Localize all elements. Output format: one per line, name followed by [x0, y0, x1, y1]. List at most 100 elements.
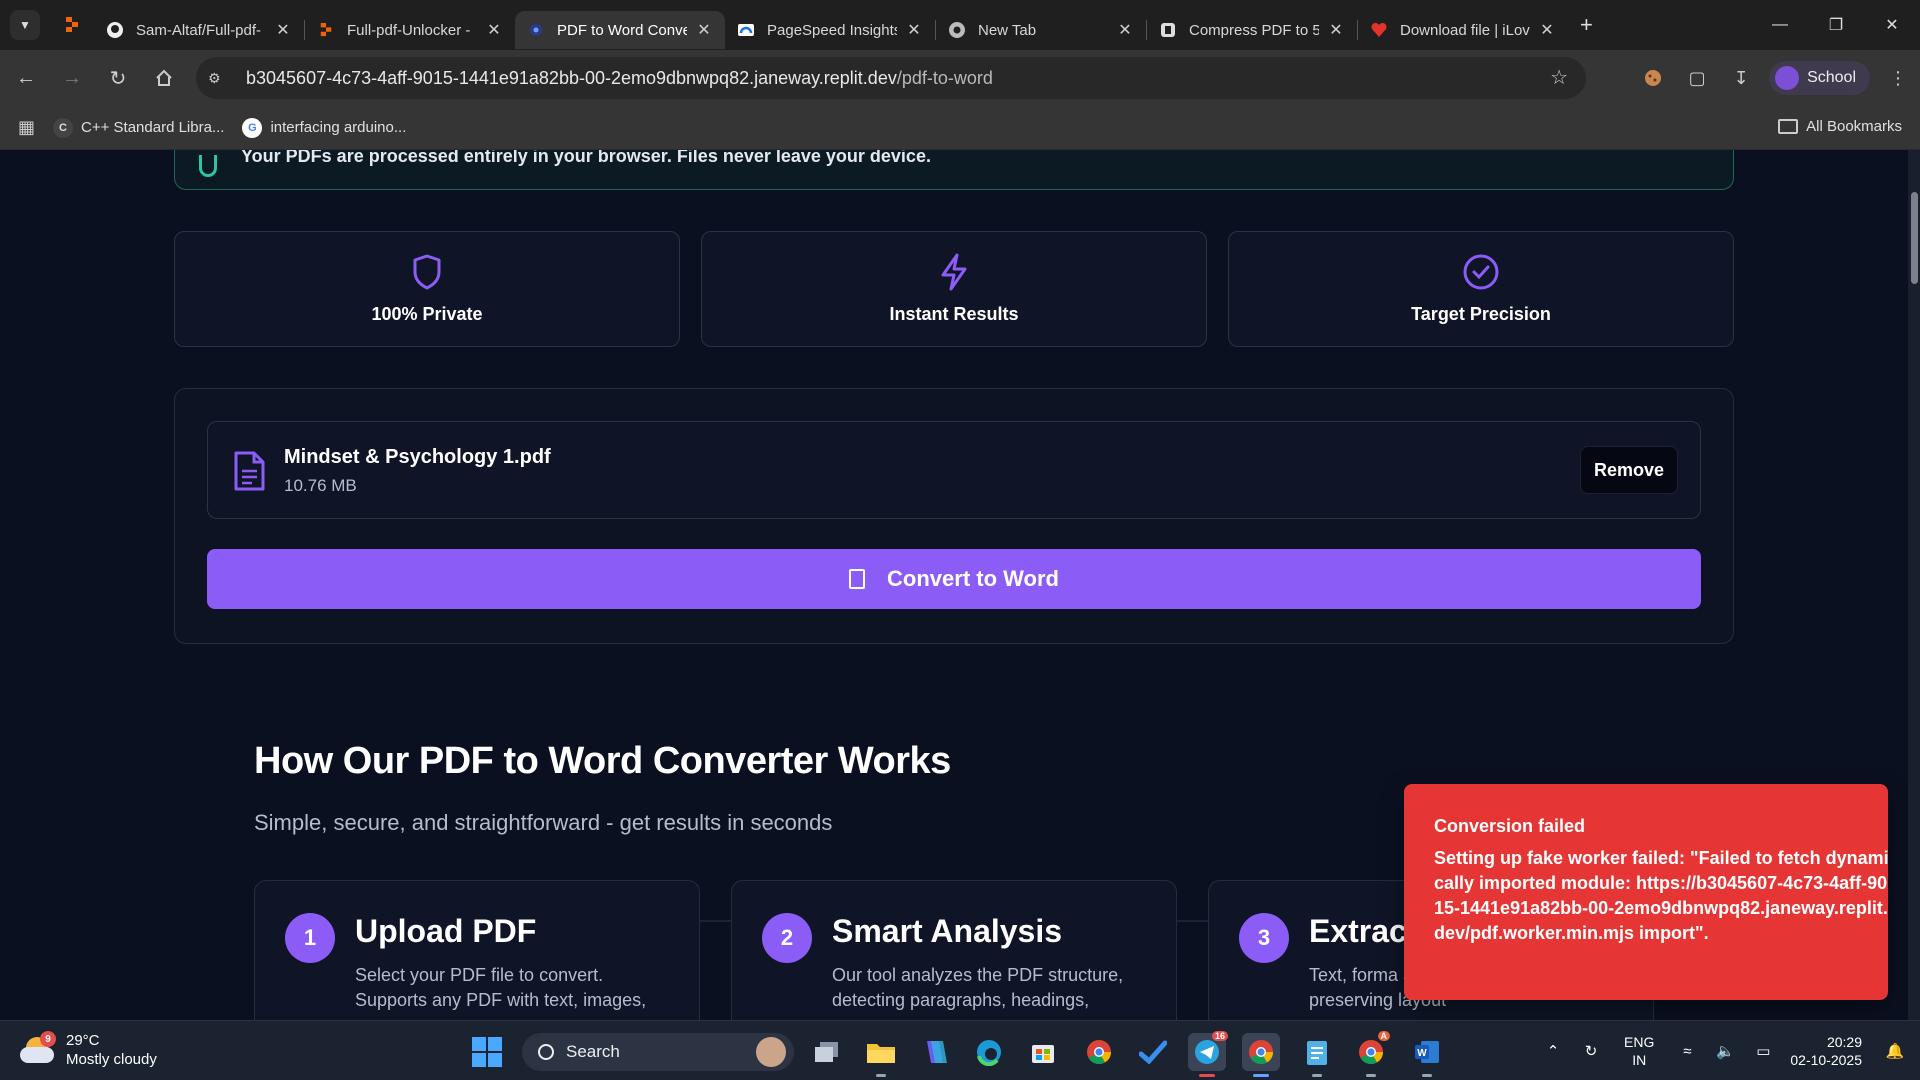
selected-file: Mindset & Psychology 1.pdf 10.76 MB Remo…: [207, 421, 1701, 519]
convert-to-word-button[interactable]: Convert to Word: [207, 549, 1701, 609]
bookmark-arduino[interactable]: Ginterfacing arduino...: [242, 117, 407, 138]
tab-title: PageSpeed Insights: [767, 21, 897, 39]
chrome-icon: [948, 21, 966, 39]
close-icon[interactable]: ✕: [905, 20, 923, 40]
microsoft-store-icon[interactable]: [1024, 1033, 1062, 1071]
tab-ilovepdf[interactable]: Download file | iLov ✕: [1358, 11, 1568, 49]
step-number: 1: [285, 913, 335, 963]
back-icon[interactable]: ←: [6, 58, 46, 98]
windows-start-icon[interactable]: [472, 1037, 502, 1067]
replit-dev-icon: [527, 21, 545, 39]
toast-title: Conversion failed: [1434, 816, 1586, 836]
page-scrollbar[interactable]: [1908, 150, 1920, 1020]
bookmark-cpp[interactable]: C C++ Standard Libra...: [53, 117, 224, 138]
close-icon[interactable]: ✕: [695, 20, 713, 40]
clock[interactable]: 20:29 02-10-2025: [1790, 1033, 1862, 1069]
weather-badge: 9: [40, 1031, 56, 1047]
cookie-extension-icon[interactable]: [1631, 58, 1675, 98]
svg-text:W: W: [1417, 1048, 1427, 1059]
system-tray: ⌃ ↻ ENG IN ≈ 🔈 ▭ 20:29 02-10-2025 🔔: [1534, 1021, 1920, 1080]
step-description: Our tool analyzes the PDF structure, det…: [832, 965, 1124, 1010]
close-icon[interactable]: ✕: [1116, 20, 1134, 40]
compress-icon: [1159, 21, 1177, 39]
close-icon[interactable]: ✕: [1538, 20, 1556, 40]
bookmark-label: interfacing arduino...: [270, 119, 407, 136]
minimize-icon[interactable]: —: [1752, 0, 1808, 50]
search-label: Search: [566, 1042, 620, 1061]
lang-code: ENG: [1624, 1034, 1655, 1050]
chrome-badge: A: [1377, 1031, 1390, 1041]
file-size: 10.76 MB: [284, 476, 357, 495]
step-title: Upload PDF: [355, 913, 537, 949]
word-icon[interactable]: W: [1408, 1033, 1446, 1077]
tab-full-pdf-unlocker[interactable]: Full-pdf-Unlocker - ✕: [305, 11, 515, 49]
language-indicator[interactable]: ENG IN: [1624, 1033, 1654, 1069]
tab-strip: ▼ Sam-Altaf/Full-pdf- ✕ Full-pdf-Unlocke…: [0, 0, 1920, 50]
menu-kebab-icon[interactable]: ⋮: [1876, 58, 1920, 98]
document-icon: [849, 569, 866, 589]
apps-grid-icon[interactable]: ▦: [18, 117, 35, 138]
step-number: 3: [1239, 913, 1289, 963]
notepad-icon[interactable]: [1298, 1033, 1336, 1077]
home-icon[interactable]: [144, 58, 184, 98]
downloads-icon[interactable]: ↧: [1719, 58, 1763, 98]
battery-icon[interactable]: ▭: [1748, 1042, 1778, 1060]
edge-icon[interactable]: [970, 1033, 1008, 1071]
close-icon[interactable]: ✕: [274, 20, 292, 40]
tab-search-button[interactable]: ▼: [10, 10, 40, 40]
section-subtitle: Simple, secure, and straightforward - ge…: [254, 810, 833, 835]
bookmark-star-icon[interactable]: ☆: [1550, 65, 1568, 90]
scrollbar-thumb[interactable]: [1911, 192, 1918, 284]
restore-icon[interactable]: ❐: [1808, 0, 1864, 50]
volume-icon[interactable]: 🔈: [1710, 1042, 1740, 1060]
tab-github[interactable]: Sam-Altaf/Full-pdf- ✕: [94, 11, 304, 49]
avatar: [1775, 66, 1800, 90]
error-toast[interactable]: Conversion failed Setting up fake worker…: [1404, 784, 1888, 1000]
url-text: b3045607-4c73-4aff-9015-1441e91a82bb-00-…: [246, 68, 993, 89]
taskbar-search[interactable]: Search: [522, 1033, 794, 1071]
file-explorer-icon[interactable]: [862, 1033, 900, 1077]
pagespeed-icon: [737, 21, 755, 39]
address-bar[interactable]: ⚙ b3045607-4c73-4aff-9015-1441e91a82bb-0…: [196, 57, 1586, 99]
all-bookmarks-button[interactable]: All Bookmarks: [1778, 118, 1902, 135]
telegram-icon[interactable]: 16: [1188, 1031, 1228, 1077]
chrome-profile-icon[interactable]: [1242, 1033, 1280, 1077]
todo-icon[interactable]: [1134, 1033, 1172, 1071]
feature-precision: Target Precision: [1228, 231, 1734, 347]
pinned-tab[interactable]: [50, 8, 94, 42]
close-icon[interactable]: ✕: [1327, 20, 1345, 40]
time: 20:29: [1826, 1034, 1862, 1050]
copilot-icon[interactable]: [916, 1033, 954, 1071]
profile-button[interactable]: School: [1769, 61, 1870, 95]
chevron-up-icon[interactable]: ⌃: [1538, 1042, 1568, 1060]
task-view-icon[interactable]: [808, 1033, 846, 1071]
google-icon: G: [242, 117, 263, 138]
tab-pagespeed[interactable]: PageSpeed Insights ✕: [725, 11, 935, 49]
weather-condition: Mostly cloudy: [66, 1051, 157, 1068]
tab-compress-pdf[interactable]: Compress PDF to 5( ✕: [1147, 11, 1357, 49]
bookmarks-bar: ▦ C C++ Standard Libra... Ginterfacing ar…: [0, 106, 1920, 150]
feature-instant: Instant Results: [701, 231, 1207, 347]
tab-title: Download file | iLov: [1400, 21, 1530, 39]
sync-icon[interactable]: ↻: [1576, 1042, 1606, 1060]
check-circle-icon: [1463, 254, 1499, 290]
reload-icon[interactable]: ↻: [98, 58, 138, 98]
site-info-icon[interactable]: ⚙: [208, 70, 238, 87]
wifi-icon[interactable]: ≈: [1672, 1043, 1702, 1060]
convert-label: Convert to Word: [887, 566, 1059, 591]
remove-file-button[interactable]: Remove: [1580, 446, 1678, 494]
tab-pdf-to-word[interactable]: PDF to Word Conve ✕: [515, 11, 725, 49]
extensions-icon[interactable]: ▢: [1675, 58, 1719, 98]
step-title: Smart Analysis: [832, 913, 1063, 949]
tab-new-tab[interactable]: New Tab ✕: [936, 11, 1146, 49]
new-tab-button[interactable]: +: [1580, 12, 1593, 38]
page-viewport: Your PDFs are processed entirely in your…: [0, 150, 1908, 1020]
chrome-alt-icon[interactable]: A: [1352, 1031, 1390, 1077]
close-icon[interactable]: ✕: [485, 20, 503, 40]
close-window-icon[interactable]: ✕: [1864, 0, 1920, 50]
notification-bell-icon[interactable]: 🔔: [1880, 1042, 1910, 1060]
weather-widget[interactable]: 9 29°C Mostly cloudy: [20, 1031, 157, 1069]
folder-icon: [1778, 119, 1799, 134]
forward-icon[interactable]: →: [52, 58, 92, 98]
chrome-icon[interactable]: [1080, 1033, 1118, 1071]
